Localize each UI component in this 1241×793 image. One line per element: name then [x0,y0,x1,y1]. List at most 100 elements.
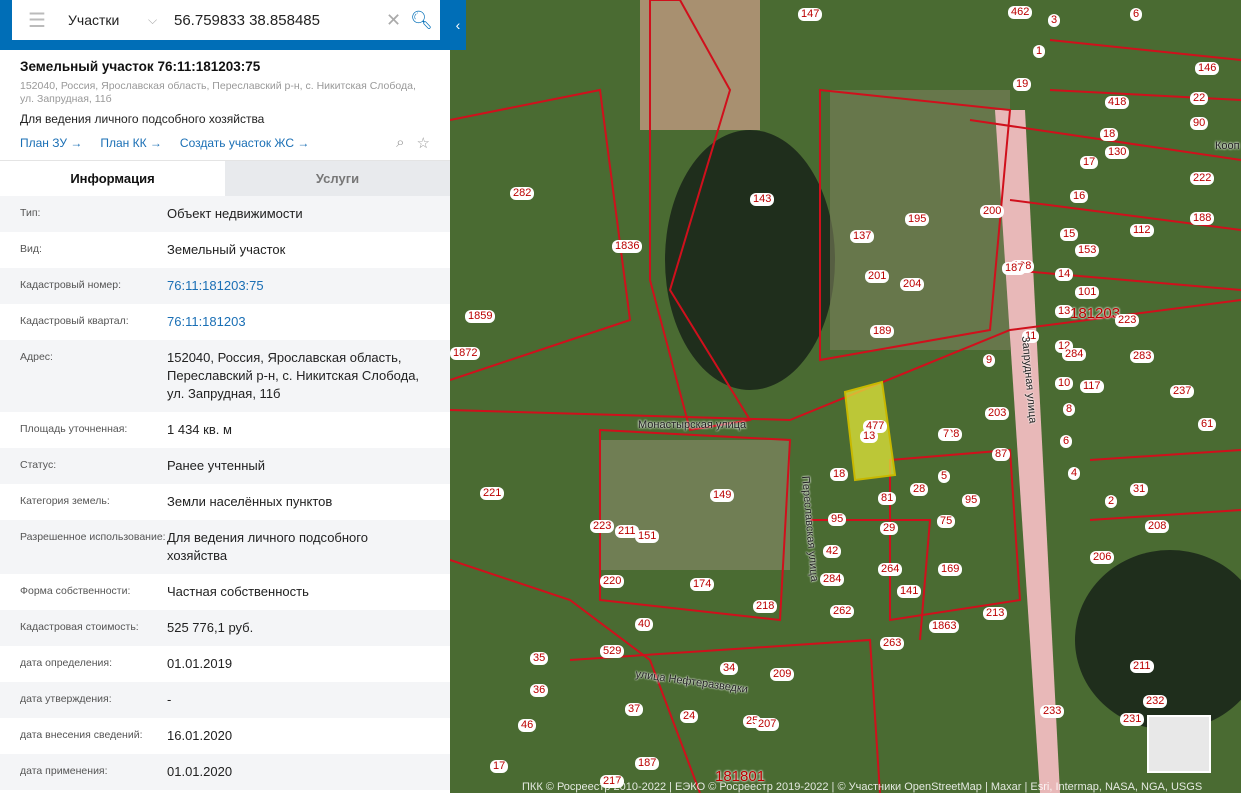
parcel-label[interactable]: 188 [1190,212,1215,225]
menu-icon[interactable]: ☰ [28,8,58,33]
parcel-label[interactable]: 81 [878,492,897,505]
parcel-label[interactable]: 18 [830,468,849,481]
parcel-label[interactable]: 18 [1100,128,1119,141]
plan-kk-link[interactable]: План КК → [100,136,162,150]
parcel-label[interactable]: 112 [1130,224,1154,237]
tab-services[interactable]: Услуги [225,161,450,196]
parcel-label[interactable]: 1 [1033,45,1046,58]
parcel-label[interactable]: 462 [1008,6,1033,19]
parcel-label[interactable]: 220 [600,575,625,588]
parcel-label[interactable]: 17 [490,760,509,773]
map[interactable]: 147 462 3 6 1 19 146 418 22 90 18 130 17 222 188 16 112 1… [450,0,1241,793]
parcel-label[interactable]: 143 [750,193,775,206]
parcel-label[interactable]: 1836 [612,240,643,253]
parcel-label[interactable]: 233 [1040,705,1065,718]
tab-info[interactable]: Информация [0,161,225,196]
parcel-label[interactable]: 90 [1190,117,1209,130]
parcel-label[interactable]: 13 [860,430,879,443]
parcel-label[interactable]: 146 [1195,62,1220,75]
parcel-label[interactable]: 7 [940,428,953,441]
parcel-label[interactable]: 221 [480,487,505,500]
parcel-label[interactable]: 95 [828,513,847,526]
parcel-label[interactable]: 262 [830,605,855,618]
parcel-label[interactable]: 75 [937,515,956,528]
search-input[interactable]: 56.759833 38.858485 [174,12,386,29]
parcel-label[interactable]: 283 [1130,350,1155,363]
parcel-label[interactable]: 9 [983,354,996,367]
parcel-label[interactable]: 35 [530,652,549,665]
parcel-label[interactable]: 189 [870,325,895,338]
collapse-panel-button[interactable]: ‹ [450,0,466,50]
minimap-button[interactable] [1147,715,1211,773]
parcel-label[interactable]: 284 [820,573,845,586]
parcel-label[interactable]: 204 [900,278,925,291]
parcel-label[interactable]: 31 [1130,483,1149,496]
parcel-label[interactable]: 117 [1080,380,1104,393]
search-document-icon[interactable]: ⌕ [396,134,404,152]
parcel-label[interactable]: 2 [1105,495,1118,508]
parcel-label[interactable]: 40 [635,618,654,631]
parcel-label[interactable]: 200 [980,205,1005,218]
parcel-label[interactable]: 5 [938,470,951,483]
layer-select[interactable]: Участки [68,12,148,28]
parcel-label[interactable]: 187 [1002,262,1027,275]
parcel-label[interactable]: 264 [878,563,903,576]
parcel-label[interactable]: 1872 [450,347,481,360]
parcel-label[interactable]: 130 [1105,146,1130,159]
parcel-label[interactable]: 4 [1068,467,1081,480]
parcel-label[interactable]: 141 [897,585,922,598]
parcel-label[interactable]: 15 [1060,228,1079,241]
parcel-label[interactable]: 203 [985,407,1010,420]
parcel-label[interactable]: 195 [905,213,930,226]
parcel-label[interactable]: 22 [1190,92,1209,105]
parcel-label[interactable]: 211 [1130,660,1154,673]
parcel-label[interactable]: 169 [938,563,963,576]
parcel-label[interactable]: 237 [1170,385,1195,398]
parcel-label[interactable]: 87 [992,448,1011,461]
parcel-label[interactable]: 28 [910,483,929,496]
parcel-label[interactable]: 17 [1080,156,1099,169]
parcel-label[interactable]: 213 [983,607,1008,620]
create-parcel-link[interactable]: Создать участок ЖС → [180,136,309,150]
parcel-label[interactable]: 201 [865,270,890,283]
parcel-label[interactable]: 151 [635,530,660,543]
parcel-label[interactable]: 223 [1115,314,1140,327]
parcel-label[interactable]: 8 [1063,403,1076,416]
parcel-label[interactable]: 101 [1075,286,1100,299]
parcel-label[interactable]: 206 [1090,551,1115,564]
parcel-label[interactable]: 153 [1075,244,1100,257]
parcel-label[interactable]: 37 [625,703,644,716]
clear-icon[interactable]: ✕ [386,10,410,31]
parcel-label[interactable]: 29 [880,522,899,535]
parcel-label[interactable]: 137 [850,230,875,243]
parcel-label[interactable]: 61 [1198,418,1217,431]
parcel-label[interactable]: 95 [962,494,981,507]
parcel-label[interactable]: 282 [510,187,535,200]
parcel-label[interactable]: 418 [1105,96,1130,109]
search-icon[interactable]: 🔍︎ [410,10,440,31]
parcel-label[interactable]: 223 [590,520,615,533]
parcel-label[interactable]: 1863 [929,620,960,633]
star-icon[interactable]: ☆ [417,134,430,152]
parcel-label[interactable]: 14 [1055,268,1074,281]
parcel-label[interactable]: 187 [635,757,660,770]
parcel-label[interactable]: 218 [753,600,778,613]
chevron-down-icon[interactable]: ⌵ [148,13,170,28]
parcel-label[interactable]: 10 [1055,377,1074,390]
parcel-label[interactable]: 16 [1070,190,1089,203]
parcel-label[interactable]: 149 [710,489,735,502]
parcel-label[interactable]: 6 [1130,8,1143,21]
parcel-label[interactable]: 263 [880,637,905,650]
parcel-label[interactable]: 529 [600,645,625,658]
parcel-label[interactable]: 19 [1013,78,1032,91]
plan-zu-link[interactable]: План ЗУ → [20,136,82,150]
parcel-label[interactable]: 232 [1143,695,1168,708]
parcel-label[interactable]: 3 [1048,14,1061,27]
parcel-label[interactable]: 1859 [465,310,496,323]
parcel-label[interactable]: 284 [1062,348,1087,361]
info-value[interactable]: 76:11:181203 [167,313,450,331]
parcel-label[interactable]: 208 [1145,520,1170,533]
parcel-label[interactable]: 147 [798,8,823,21]
parcel-label[interactable]: 36 [530,684,549,697]
parcel-label[interactable]: 6 [1060,435,1073,448]
